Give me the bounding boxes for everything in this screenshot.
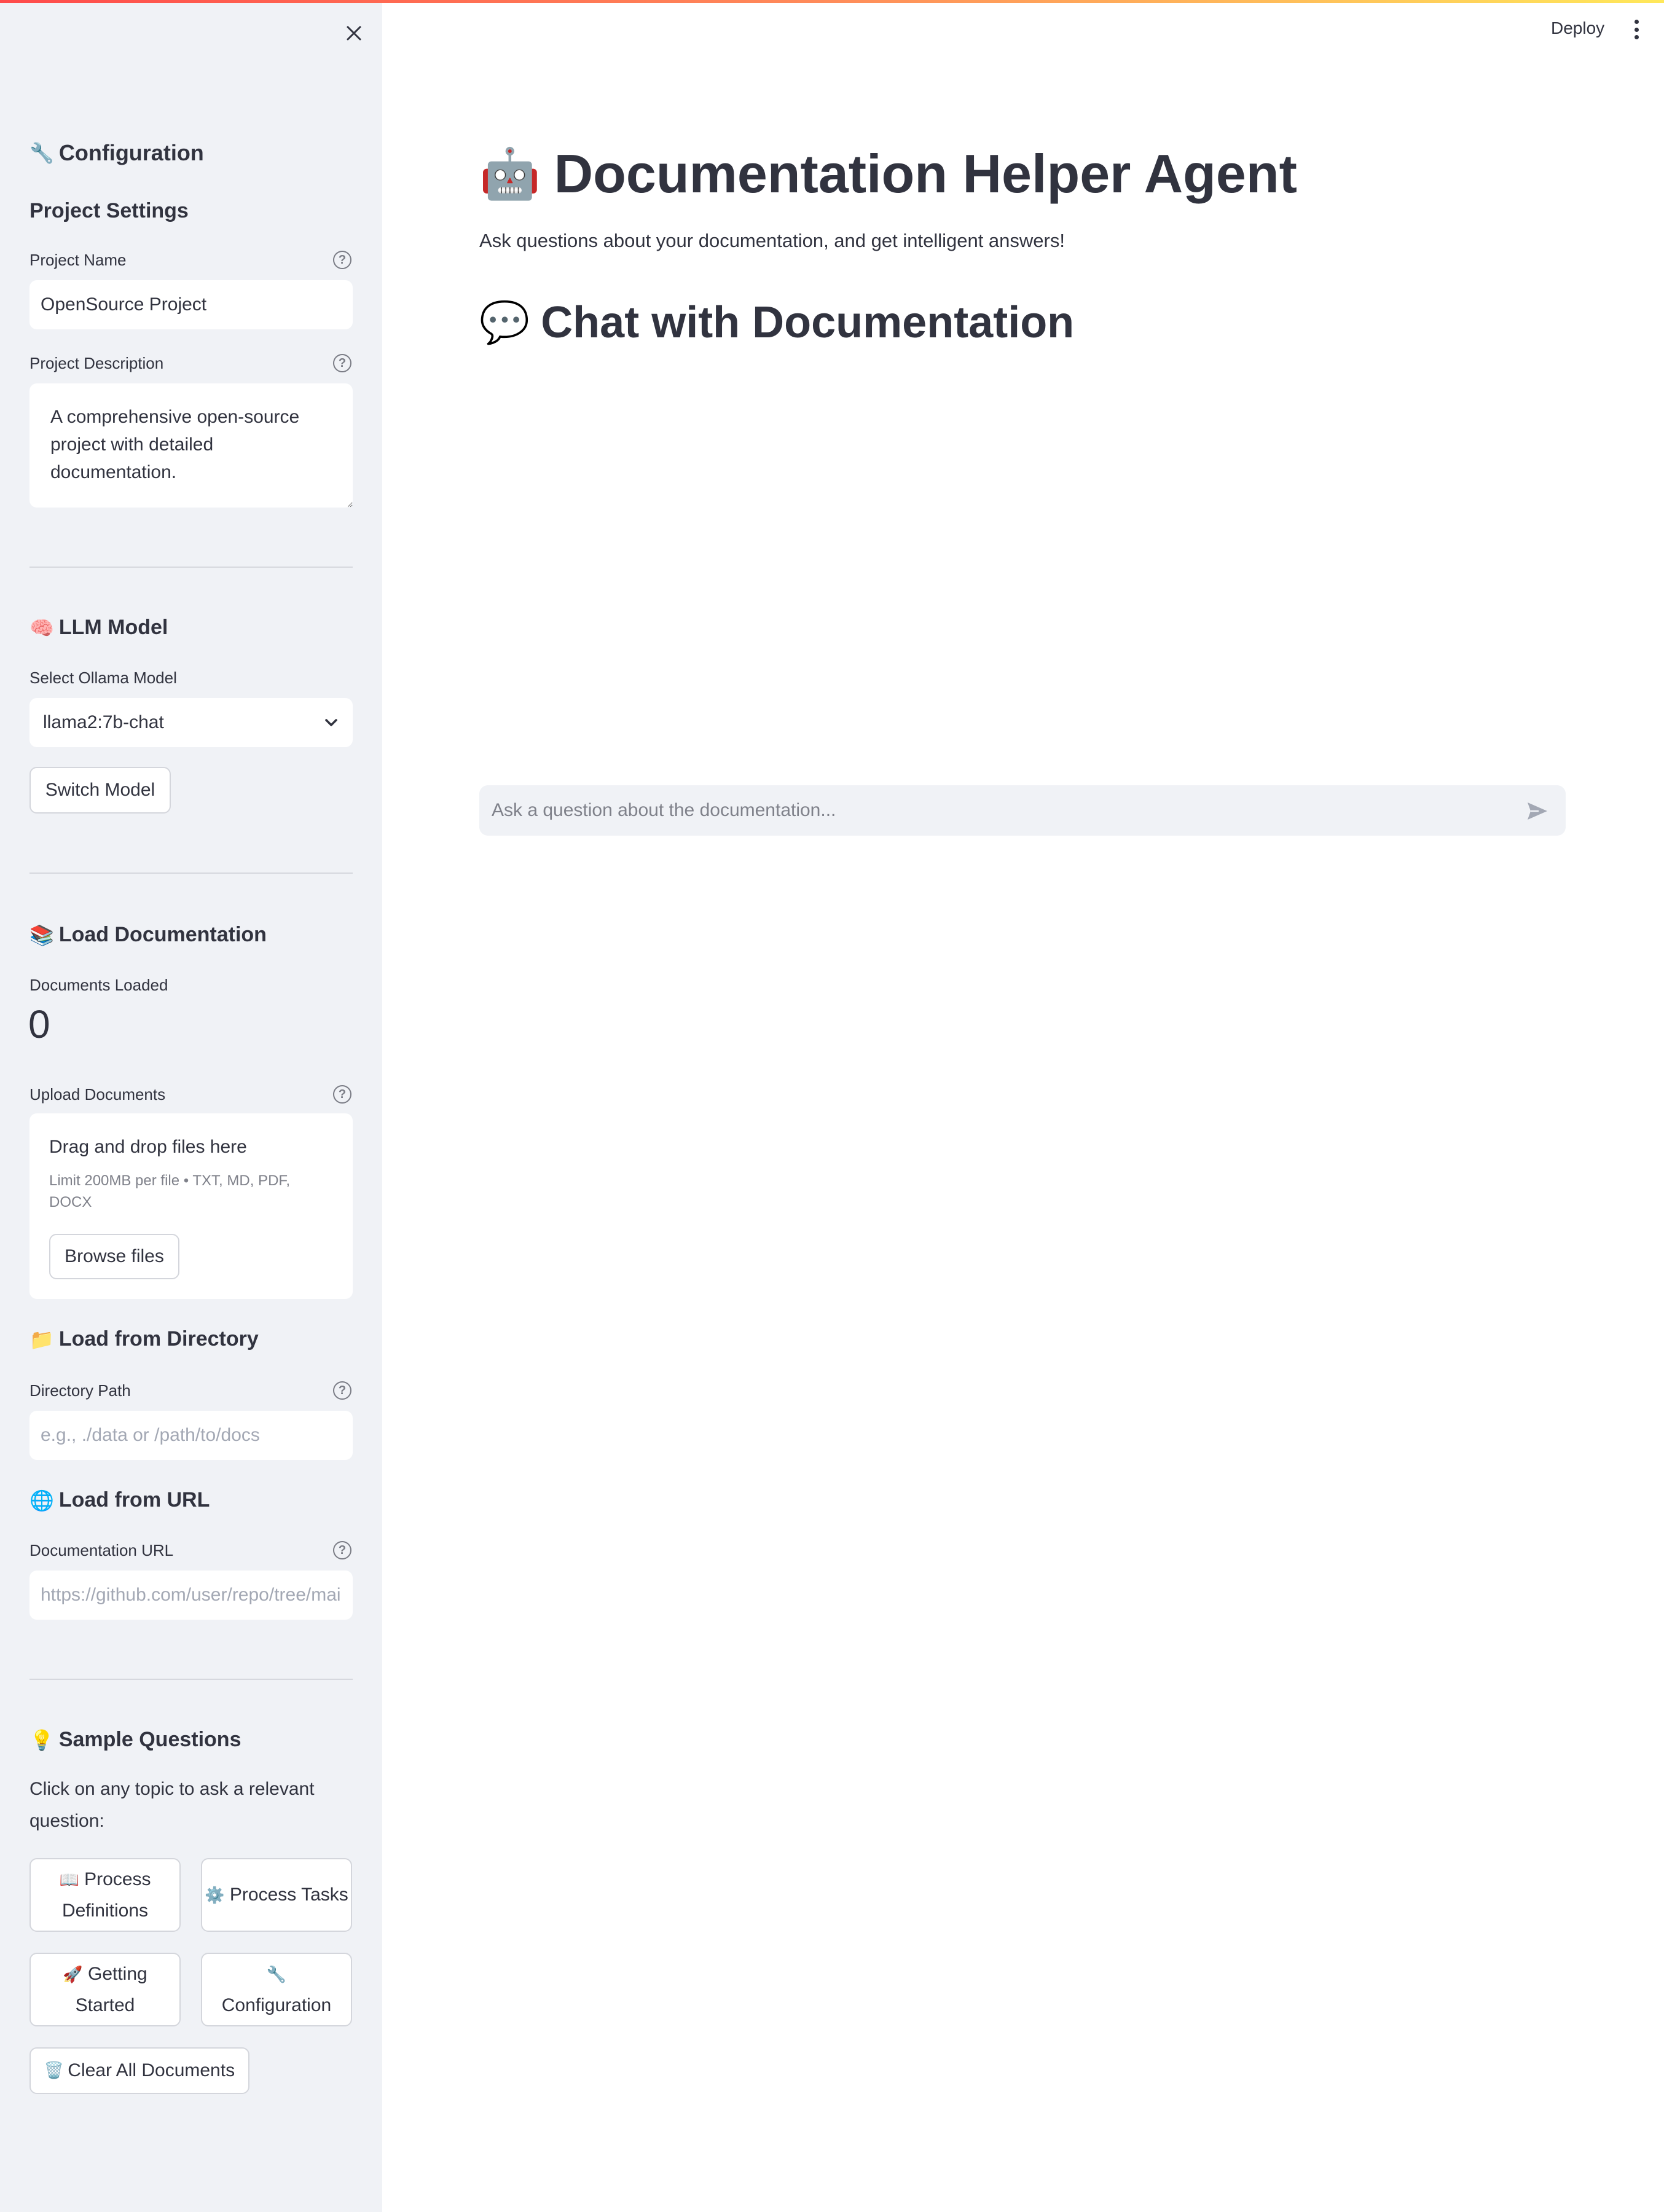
select-model-label: Select Ollama Model	[29, 669, 177, 687]
project-name-help-icon[interactable]: ?	[333, 251, 351, 269]
upload-limit-text: Limit 200MB per file • TXT, MD, PDF, DOC…	[49, 1172, 291, 1210]
project-name-label: Project Name	[29, 251, 127, 269]
project-description-label: Project Description	[29, 354, 164, 372]
chat-input[interactable]	[479, 785, 1512, 836]
divider	[29, 873, 353, 874]
page-title-text: Documentation Helper Agent	[554, 143, 1297, 204]
rocket-icon: 🚀	[63, 1965, 83, 1984]
load-directory-heading: 📁 Load from Directory	[29, 1327, 259, 1351]
send-button[interactable]	[1524, 798, 1551, 825]
directory-path-help-icon[interactable]: ?	[333, 1381, 351, 1400]
project-description-help-icon[interactable]: ?	[333, 354, 351, 372]
robot-icon: 🤖	[479, 145, 541, 202]
deploy-button[interactable]: Deploy	[1551, 18, 1604, 38]
sidebar: 🔧 Configuration Project Settings Project…	[0, 0, 382, 2212]
wrench-icon: 🔧	[29, 141, 54, 165]
directory-path-label: Directory Path	[29, 1381, 131, 1400]
sample-questions-heading: 💡 Sample Questions	[29, 1728, 241, 1752]
drag-drop-text: Drag and drop files here	[49, 1137, 247, 1157]
model-select[interactable]: llama2:7b-chat	[29, 698, 353, 747]
documentation-url-input[interactable]	[29, 1571, 353, 1620]
project-settings-heading: Project Settings	[29, 199, 189, 222]
configuration-heading: 🔧 Configuration	[29, 140, 204, 166]
load-url-heading: 🌐 Load from URL	[29, 1488, 210, 1512]
sample-process-tasks-button[interactable]: ⚙️ Process Tasks	[201, 1858, 352, 1932]
folder-icon: 📁	[29, 1327, 54, 1351]
project-name-input[interactable]	[29, 280, 353, 329]
brain-icon: 🧠	[29, 616, 54, 640]
speech-bubble-icon: 💬	[479, 299, 530, 346]
configuration-title: Configuration	[58, 140, 204, 165]
load-documentation-title: Load Documentation	[58, 923, 267, 946]
wrench-icon: 🔧	[266, 1965, 287, 1984]
llm-model-title: LLM Model	[58, 616, 168, 639]
divider	[29, 567, 353, 568]
sample-button-label: Getting Started	[75, 1963, 147, 2015]
load-documentation-heading: 📚 Load Documentation	[29, 923, 267, 947]
chevron-down-icon	[325, 719, 337, 726]
sample-configuration-button[interactable]: 🔧 Configuration	[201, 1953, 352, 2026]
chat-heading-text: Chat with Documentation	[541, 298, 1075, 347]
clear-all-documents-label: Clear All Documents	[68, 2060, 235, 2081]
sample-questions-intro: Click on any topic to ask a relevant que…	[29, 1779, 315, 1831]
lightbulb-icon: 💡	[29, 1728, 54, 1752]
open-book-icon: 📖	[59, 1870, 79, 1889]
clear-all-documents-button[interactable]: 🗑️ Clear All Documents	[29, 2047, 249, 2094]
sample-process-definitions-button[interactable]: 📖 Process Definitions	[29, 1858, 181, 1932]
top-decoration-bar	[0, 0, 1664, 3]
books-icon: 📚	[29, 923, 54, 947]
page-subtitle: Ask questions about your documentation, …	[479, 230, 1065, 251]
sample-getting-started-button[interactable]: 🚀 Getting Started	[29, 1953, 181, 2026]
upload-documents-help-icon[interactable]: ?	[333, 1085, 351, 1104]
load-url-title: Load from URL	[58, 1488, 210, 1512]
directory-path-input[interactable]	[29, 1411, 353, 1460]
trash-icon: 🗑️	[44, 2061, 65, 2080]
divider	[29, 1679, 353, 1680]
upload-documents-label: Upload Documents	[29, 1085, 166, 1104]
documents-loaded-label: Documents Loaded	[29, 976, 168, 994]
sample-button-label: Configuration	[221, 1994, 332, 2015]
switch-model-button[interactable]: Switch Model	[29, 767, 171, 814]
chat-input-container	[479, 785, 1566, 836]
project-description-textarea[interactable]: A comprehensive open-source project with…	[29, 383, 353, 508]
close-sidebar-button[interactable]	[342, 21, 366, 45]
gear-icon: ⚙️	[205, 1886, 225, 1905]
llm-model-heading: 🧠 LLM Model	[29, 616, 168, 640]
kebab-menu-icon[interactable]	[1627, 18, 1646, 41]
browse-files-button[interactable]: Browse files	[49, 1234, 179, 1279]
close-icon[interactable]	[345, 25, 363, 42]
load-directory-title: Load from Directory	[58, 1327, 259, 1351]
documentation-url-help-icon[interactable]: ?	[333, 1541, 351, 1559]
documentation-url-label: Documentation URL	[29, 1541, 174, 1559]
sample-button-label: Process Tasks	[229, 1884, 348, 1905]
sample-questions-title: Sample Questions	[58, 1728, 241, 1751]
send-icon[interactable]	[1525, 799, 1550, 823]
globe-icon: 🌐	[29, 1488, 54, 1512]
documents-loaded-value: 0	[28, 1002, 50, 1046]
chat-heading: 💬 Chat with Documentation	[479, 297, 1074, 348]
page-title: 🤖 Documentation Helper Agent	[479, 143, 1297, 205]
model-select-value: llama2:7b-chat	[43, 712, 164, 732]
file-uploader-dropzone[interactable]: Drag and drop files here Limit 200MB per…	[29, 1113, 353, 1299]
